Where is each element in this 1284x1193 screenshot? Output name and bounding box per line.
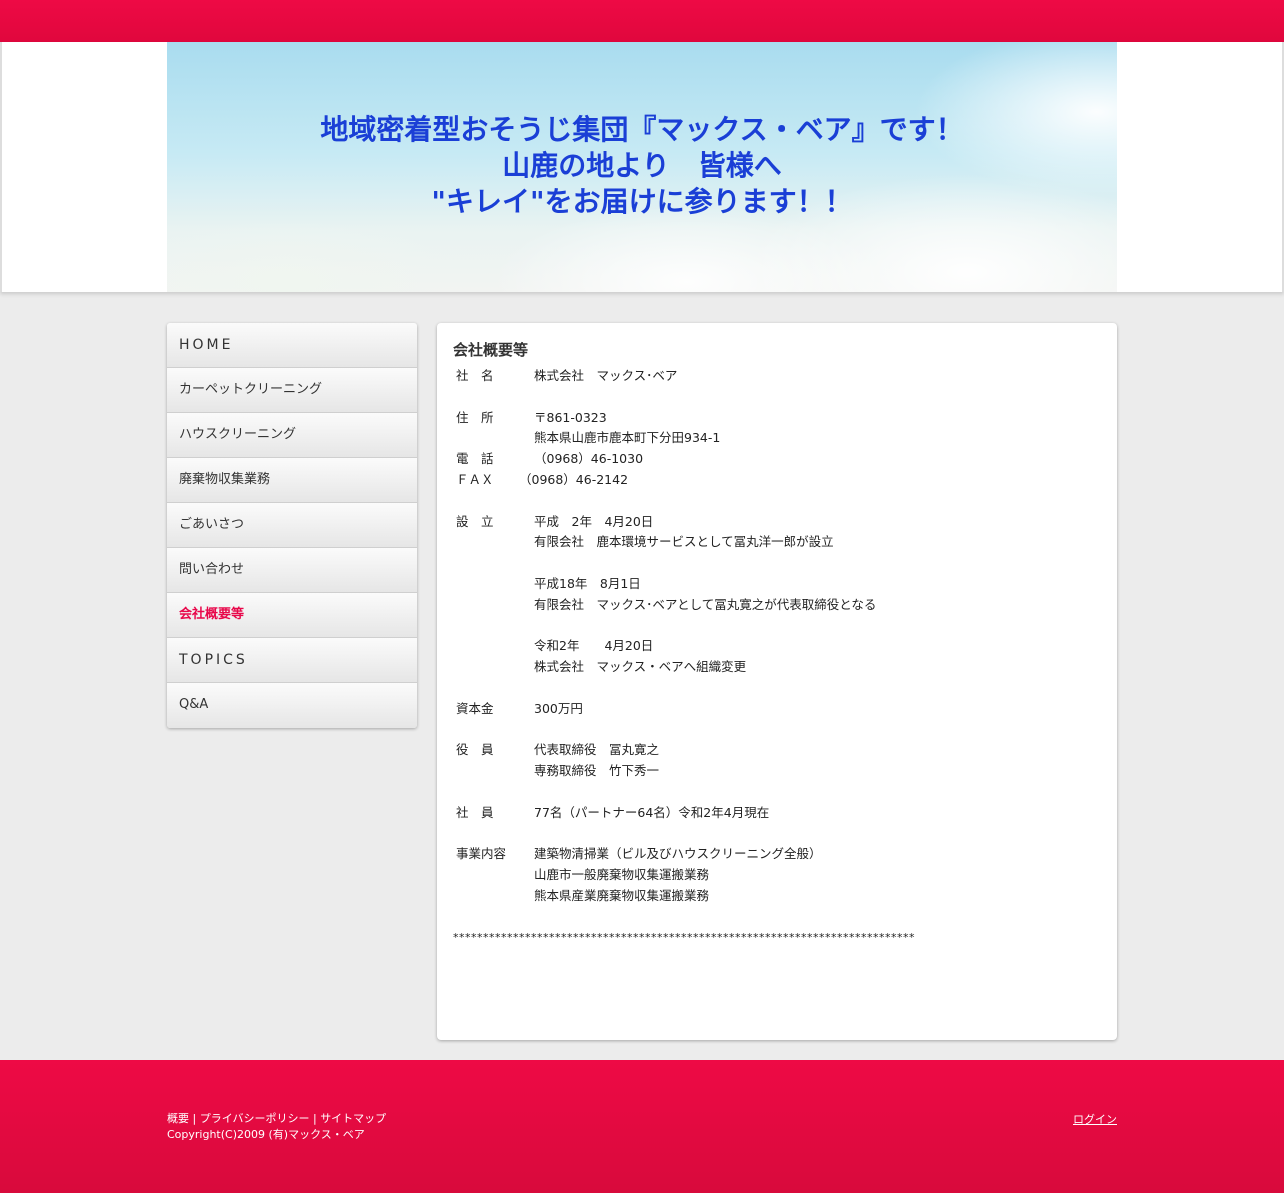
info-row: ＦＡＸ （0968）46-2142 bbox=[453, 470, 1101, 491]
info-row: 住 所 〒861-0323 bbox=[453, 408, 1101, 429]
copyright: Copyright(C)2009 (有)マックス・ベア bbox=[167, 1128, 365, 1141]
info-value: 熊本県産業廃棄物収集運搬業務 bbox=[534, 887, 710, 903]
info-row: 有限会社 鹿本環境サービスとして冨丸洋一郎が設立 bbox=[453, 532, 1101, 553]
info-value: 有限会社 鹿本環境サービスとして冨丸洋一郎が設立 bbox=[534, 534, 834, 550]
info-label bbox=[453, 574, 534, 595]
info-value: 77名（パートナー64名）令和2年4月現在 bbox=[534, 804, 770, 820]
sidebar-item-6[interactable]: 会社概要等 bbox=[167, 593, 417, 638]
info-label: 住 所 bbox=[456, 409, 494, 425]
info-value: 令和2年 4月20日 bbox=[534, 638, 654, 654]
footer-link-sitemap[interactable]: サイトマップ bbox=[320, 1112, 386, 1125]
info-label: 電 話 bbox=[456, 451, 494, 467]
blank-row bbox=[453, 491, 1101, 512]
footer-link-overview[interactable]: 概要 bbox=[167, 1112, 189, 1125]
info-row: 電 話 （0968）46-1030 bbox=[453, 449, 1101, 470]
info-value: 熊本県山鹿市鹿本町下分田934-1 bbox=[534, 430, 721, 446]
sidebar-item-1[interactable]: カーペットクリーニング bbox=[167, 368, 417, 413]
info-value: 300万円 bbox=[534, 700, 583, 716]
info-row: 山鹿市一般廃棄物収集運搬業務 bbox=[453, 865, 1101, 886]
info-row: 株式会社 マックス・ベアへ組織変更 bbox=[453, 657, 1101, 678]
hero-line-2: 山鹿の地より 皆様へ bbox=[502, 149, 782, 182]
blank-row bbox=[453, 616, 1101, 637]
top-bar bbox=[0, 0, 1284, 42]
sidebar-item-5[interactable]: 問い合わせ bbox=[167, 548, 417, 593]
info-label bbox=[453, 532, 534, 553]
info-label: 社 員 bbox=[456, 804, 494, 820]
info-label: ＦＡＸ bbox=[456, 471, 494, 487]
info-label: 事業内容 bbox=[456, 846, 507, 862]
info-label bbox=[453, 636, 534, 657]
info-row: 熊本県産業廃棄物収集運搬業務 bbox=[453, 886, 1101, 907]
footer-separator: | bbox=[189, 1112, 200, 1125]
hero-banner: 地域密着型おそうじ集団『マックス・ベア』です！ 山鹿の地より 皆様へ "キレイ"… bbox=[167, 42, 1117, 292]
info-label: 社 名 bbox=[456, 368, 494, 383]
footer-links: 概要 | プライバシーポリシー | サイトマップ Copyright(C)200… bbox=[167, 1111, 386, 1143]
sidebar-item-2[interactable]: ハウスクリーニング bbox=[167, 413, 417, 458]
info-value: 有限会社 マックス･ベアとして冨丸寛之が代表取締役となる bbox=[534, 596, 877, 612]
info-value: 専務取締役 竹下秀一 bbox=[534, 763, 660, 779]
info-row: 設 立 平成 2年 4月20日 bbox=[453, 512, 1101, 533]
info-value: 山鹿市一般廃棄物収集運搬業務 bbox=[534, 867, 710, 883]
blank-row bbox=[453, 907, 1101, 928]
blank-row bbox=[453, 678, 1101, 699]
sidebar-item-4[interactable]: ごあいさつ bbox=[167, 503, 417, 548]
info-label bbox=[453, 865, 534, 886]
info-row: 平成18年 8月1日 bbox=[453, 574, 1101, 595]
hero-line-3: "キレイ"をお届けに参ります！！ bbox=[431, 185, 853, 218]
sidebar-item-0[interactable]: HOME bbox=[167, 323, 417, 368]
footer: 概要 | プライバシーポリシー | サイトマップ Copyright(C)200… bbox=[0, 1060, 1284, 1193]
blank-row bbox=[453, 387, 1101, 408]
sidebar-item-8[interactable]: Q&A bbox=[167, 683, 417, 728]
info-row: 事業内容 建築物清掃業（ビル及びハウスクリーニング全般） bbox=[453, 844, 1101, 865]
blank-row bbox=[453, 720, 1101, 741]
info-row: 役 員 代表取締役 冨丸寛之 bbox=[453, 740, 1101, 761]
page-title: 会社概要等 bbox=[453, 341, 529, 359]
info-row: 社 名 株式会社 マックス･ベア bbox=[453, 366, 1101, 387]
info-row: 資本金 300万円 bbox=[453, 699, 1101, 720]
info-value: （0968）46-1030 bbox=[534, 451, 644, 467]
main-content: 会社概要等 社 名 株式会社 マックス･ベア住 所 〒861-0323 熊本県山鹿市鹿… bbox=[437, 323, 1117, 1040]
info-row: 有限会社 マックス･ベアとして冨丸寛之が代表取締役となる bbox=[453, 595, 1101, 616]
hero-line-1: 地域密着型おそうじ集団『マックス・ベア』です！ bbox=[320, 113, 964, 146]
blank-row bbox=[453, 824, 1101, 845]
separator-stars: ****************************************… bbox=[453, 930, 915, 944]
info-label bbox=[453, 657, 534, 678]
info-value: 平成 2年 4月20日 bbox=[534, 513, 654, 529]
info-label bbox=[453, 761, 534, 782]
info-label bbox=[453, 595, 534, 616]
blank-row bbox=[453, 782, 1101, 803]
info-value: 株式会社 マックス・ベアへ組織変更 bbox=[534, 659, 747, 675]
footer-link-privacy[interactable]: プライバシーポリシー bbox=[200, 1112, 310, 1125]
sidebar-item-3[interactable]: 廃棄物収集業務 bbox=[167, 458, 417, 503]
info-value: 建築物清掃業（ビル及びハウスクリーニング全般） bbox=[534, 846, 822, 862]
info-row: 専務取締役 竹下秀一 bbox=[453, 761, 1101, 782]
info-label bbox=[453, 428, 534, 449]
info-value: 平成18年 8月1日 bbox=[534, 575, 641, 591]
company-info: 社 名 株式会社 マックス･ベア住 所 〒861-0323 熊本県山鹿市鹿本町下分田9… bbox=[453, 366, 1101, 948]
info-value: 〒861-0323 bbox=[534, 409, 607, 425]
info-value: （0968）46-2142 bbox=[519, 471, 629, 487]
blank-row bbox=[453, 553, 1101, 574]
info-row: 熊本県山鹿市鹿本町下分田934-1 bbox=[453, 428, 1101, 449]
info-label: 役 員 bbox=[456, 742, 494, 758]
footer-separator: | bbox=[309, 1112, 321, 1125]
login-link[interactable]: ログイン bbox=[1073, 1111, 1117, 1127]
sidebar-item-7[interactable]: TOPICS bbox=[167, 638, 417, 683]
info-row: 社 員 77名（パートナー64名）令和2年4月現在 bbox=[453, 803, 1101, 824]
info-label bbox=[453, 886, 534, 907]
info-label: 資本金 bbox=[456, 700, 494, 716]
info-value: 代表取締役 冨丸寛之 bbox=[534, 742, 660, 758]
info-row: 令和2年 4月20日 bbox=[453, 636, 1101, 657]
sidebar-nav: HOME カーペットクリーニング ハウスクリーニング 廃棄物収集業務 ごあいさつ 問い合わ… bbox=[167, 323, 417, 728]
info-value: 株式会社 マックス･ベア bbox=[534, 368, 678, 383]
info-label: 設 立 bbox=[456, 513, 494, 529]
hero-heading: 地域密着型おそうじ集団『マックス・ベア』です！ 山鹿の地より 皆様へ "キレイ"… bbox=[167, 112, 1117, 220]
